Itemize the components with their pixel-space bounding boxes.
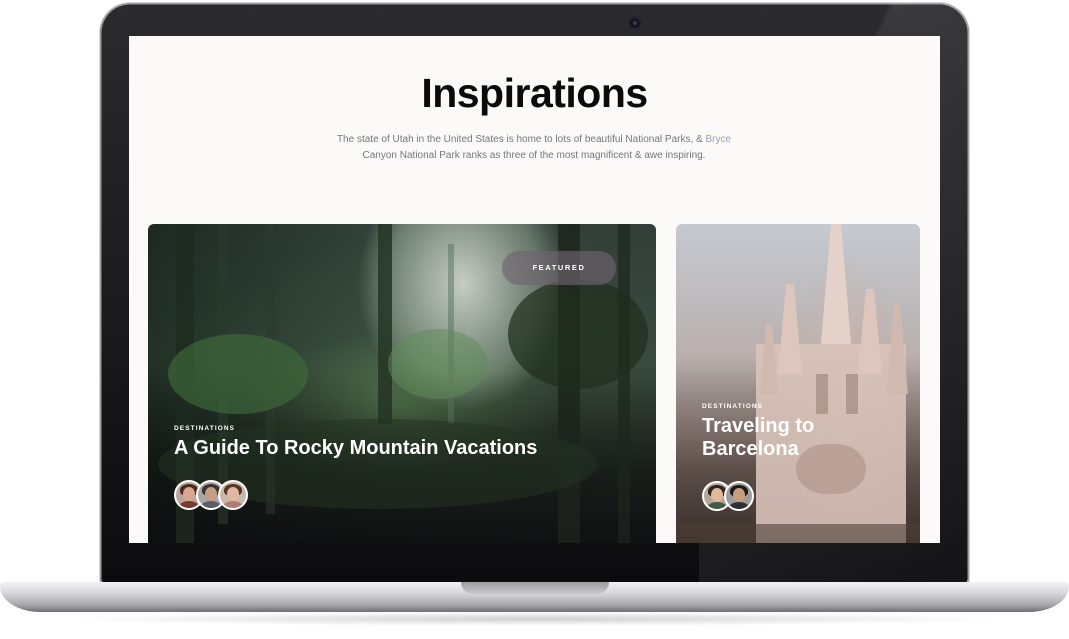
- intro-text-main: The state of Utah in the United States i…: [336, 134, 703, 145]
- card-title-line-2: Barcelona: [702, 438, 799, 460]
- card-title[interactable]: A Guide To Rocky Mountain Vacations: [174, 437, 634, 460]
- avatar[interactable]: [218, 480, 248, 510]
- featured-article-card[interactable]: FEATURED DESTINATIONS A Guide To Rocky M…: [148, 224, 656, 543]
- article-card[interactable]: DESTINATIONS Traveling to Barcelona: [676, 224, 920, 543]
- laptop-shadow: [60, 612, 1010, 626]
- intro-link[interactable]: Bryce: [705, 134, 731, 145]
- card-category[interactable]: DESTINATIONS: [702, 403, 763, 410]
- card-title-line-1: Traveling to: [702, 415, 815, 437]
- page-title: Inspirations: [421, 70, 648, 116]
- website-screen: Inspirations The state of Utah in the Un…: [129, 36, 940, 543]
- card-title[interactable]: Traveling to Barcelona: [702, 415, 902, 461]
- intro-text: The state of Utah in the United States i…: [334, 132, 734, 164]
- author-avatars: [702, 481, 754, 511]
- intro-text-continuation: Canyon National Park ranks as three of t…: [362, 150, 706, 161]
- card-category[interactable]: DESTINATIONS: [174, 425, 235, 432]
- author-avatars: [174, 480, 248, 510]
- webcam-icon: [630, 18, 640, 28]
- featured-badge[interactable]: FEATURED: [502, 251, 616, 285]
- laptop-notch: [461, 582, 609, 594]
- avatar[interactable]: [724, 481, 754, 511]
